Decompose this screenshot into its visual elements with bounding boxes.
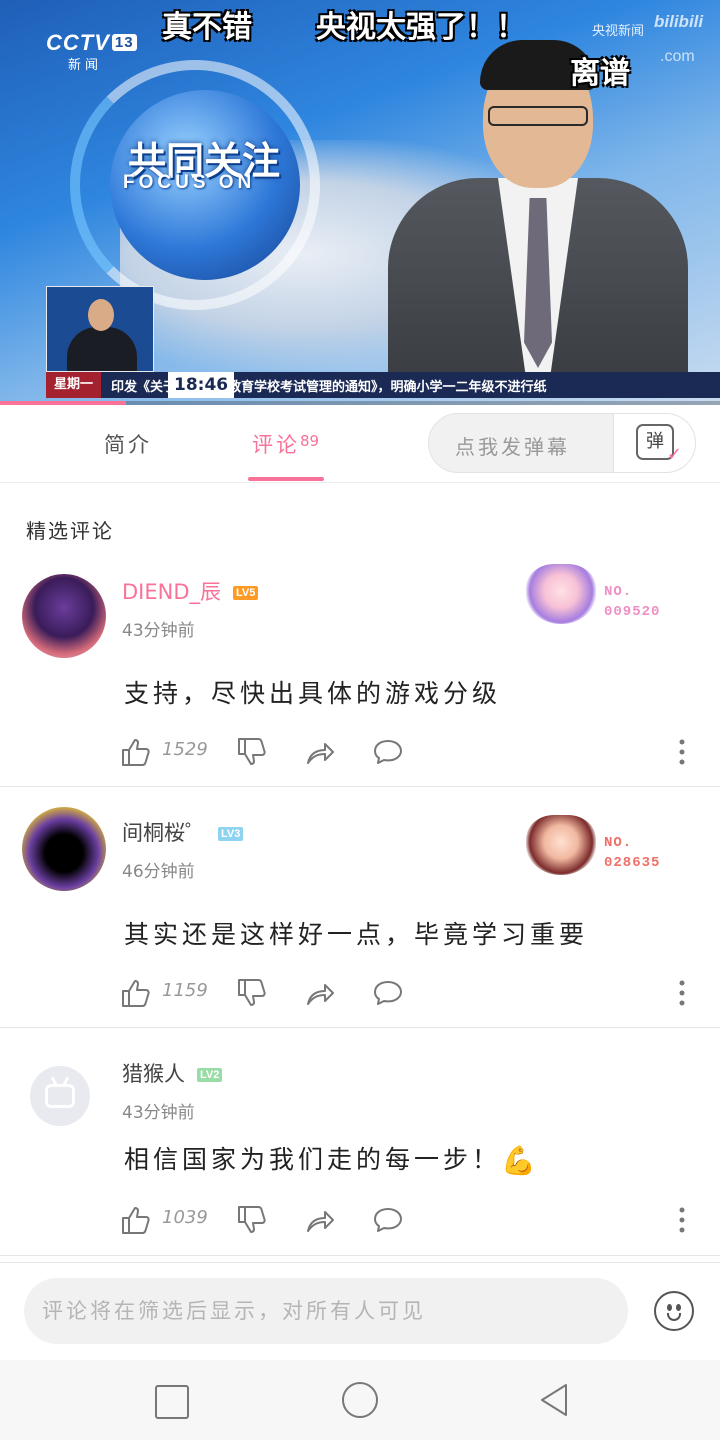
section-title: 精选评论 [26, 519, 114, 543]
recent-apps-button[interactable] [152, 1382, 189, 1419]
comment-time: 46分钟前 [122, 862, 195, 882]
danmaku-input-placeholder: 点我发弹幕 [455, 435, 570, 459]
danmaku-comment: 离谱 [570, 56, 630, 91]
home-button[interactable] [342, 1382, 378, 1418]
share-button[interactable] [304, 1204, 336, 1240]
ticker-time: 18:46 [168, 372, 235, 398]
active-tab-indicator [248, 477, 324, 481]
comment-actions: 1039 [120, 1200, 700, 1240]
danmaku-toggle-button[interactable]: 弹 ✓ [613, 414, 695, 472]
avatar[interactable] [30, 1066, 90, 1126]
video-player[interactable]: CCTV 13 新闻 共同关注 FOCUS ON 星期一 18:46 印发《关于加… [0, 0, 720, 405]
share-icon [307, 743, 334, 764]
sign-language-inset [46, 286, 154, 372]
comment-text: 支持，尽快出具体的游戏分级 [124, 679, 502, 708]
share-button[interactable] [304, 736, 336, 772]
system-nav-bar [0, 1360, 720, 1440]
channel-sub: 新闻 [68, 58, 103, 73]
dislike-button[interactable] [236, 977, 268, 1013]
reply-button[interactable] [372, 736, 404, 772]
back-icon [541, 1384, 567, 1416]
avatar[interactable] [22, 807, 106, 891]
share-button[interactable] [304, 977, 336, 1013]
dislike-button[interactable] [236, 1204, 268, 1240]
fan-number: NO. 028635 [604, 835, 661, 871]
like-count: 1529 [162, 739, 208, 760]
danmaku-input[interactable]: 点我发弹幕 弹 ✓ [428, 413, 696, 473]
fan-badge-art [526, 815, 596, 875]
reply-icon [374, 1208, 402, 1232]
fan-number: NO. 009520 [604, 584, 661, 620]
level-badge: LV2 [197, 1068, 223, 1082]
bilibili-domain-watermark: .com [660, 48, 695, 65]
show-subtitle: FOCUS ON [123, 172, 256, 193]
comment-text: 相信国家为我们走的每一步！💪 [124, 1144, 540, 1177]
like-count: 1039 [162, 1207, 208, 1228]
thumbs-up-icon [122, 1207, 150, 1234]
channel-logo: CCTV 13 [46, 30, 137, 56]
more-button[interactable] [666, 977, 698, 1013]
comment-input-bar [0, 1262, 720, 1360]
thumbs-down-icon [238, 738, 266, 765]
reply-icon [374, 740, 402, 764]
level-badge: LV3 [218, 827, 244, 841]
source-watermark: 央视新闻 [592, 24, 645, 39]
comment-actions: 1159 [120, 973, 700, 1013]
tab-comments-label: 评论 [252, 433, 300, 457]
username[interactable]: 间桐桜゜ LV3 [122, 817, 244, 847]
back-button[interactable] [536, 1382, 572, 1418]
share-icon [307, 1211, 334, 1232]
reply-button[interactable] [372, 977, 404, 1013]
tab-bar: 简介 评论89 点我发弹幕 弹 ✓ [0, 405, 720, 483]
tab-intro[interactable]: 简介 [104, 429, 152, 459]
comment-item: DIEND_辰 LV5 43分钟前 NO. 009520 支持，尽快出具体的游戏分级… [0, 560, 720, 787]
comment-time: 43分钟前 [122, 621, 195, 641]
comment-input[interactable] [24, 1278, 628, 1344]
tab-comments-count: 89 [300, 432, 320, 450]
fan-badge-art [526, 564, 596, 624]
news-ticker: 星期一 18:46 印发《关于加强义务教育学校考试管理的通知》，明确小学一二年级… [46, 372, 720, 398]
comment-item: 猎猴人 LV2 43分钟前 相信国家为我们走的每一步！💪 1039 [0, 1028, 720, 1256]
bilibili-watermark: bilibili [654, 12, 704, 31]
like-button[interactable] [120, 977, 152, 1013]
news-anchor [388, 28, 688, 378]
danmaku-comment: 真不错 [162, 10, 252, 45]
share-icon [307, 984, 334, 1005]
like-count: 1159 [162, 980, 208, 1001]
avatar[interactable] [22, 574, 106, 658]
reply-button[interactable] [372, 1204, 404, 1240]
thumbs-up-icon [122, 739, 150, 766]
more-icon [679, 1207, 685, 1233]
reply-icon [374, 981, 402, 1005]
emoji-icon[interactable] [654, 1291, 694, 1331]
more-icon [679, 980, 685, 1006]
thumbs-down-icon [238, 1206, 266, 1233]
comment-item: 间桐桜゜ LV3 46分钟前 NO. 028635 其实还是这样好一点，毕竟学习重要… [0, 787, 720, 1028]
danmaku-comment: 央视太强了！！ [316, 10, 526, 45]
more-icon [679, 739, 685, 765]
thumbs-up-icon [122, 980, 150, 1007]
fan-badge: NO. 028635 [526, 811, 686, 875]
username[interactable]: 猎猴人 LV2 [122, 1058, 223, 1088]
comment-actions: 1529 [120, 732, 700, 772]
username[interactable]: DIEND_辰 LV5 [122, 576, 259, 606]
default-avatar-icon [45, 1084, 75, 1108]
comment-text: 其实还是这样好一点，毕竟学习重要 [124, 920, 589, 949]
danmaku-icon: 弹 ✓ [636, 424, 682, 464]
level-badge: LV5 [233, 586, 259, 600]
like-button[interactable] [120, 736, 152, 772]
dislike-button[interactable] [236, 736, 268, 772]
comment-time: 43分钟前 [122, 1103, 195, 1123]
more-button[interactable] [666, 1204, 698, 1240]
like-button[interactable] [120, 1204, 152, 1240]
fan-badge: NO. 009520 [526, 560, 686, 624]
flexed-biceps-emoji: 💪 [501, 1144, 540, 1177]
tab-comments[interactable]: 评论89 [252, 429, 319, 459]
ticker-day: 星期一 [46, 372, 102, 398]
more-button[interactable] [666, 736, 698, 772]
thumbs-down-icon [238, 979, 266, 1006]
